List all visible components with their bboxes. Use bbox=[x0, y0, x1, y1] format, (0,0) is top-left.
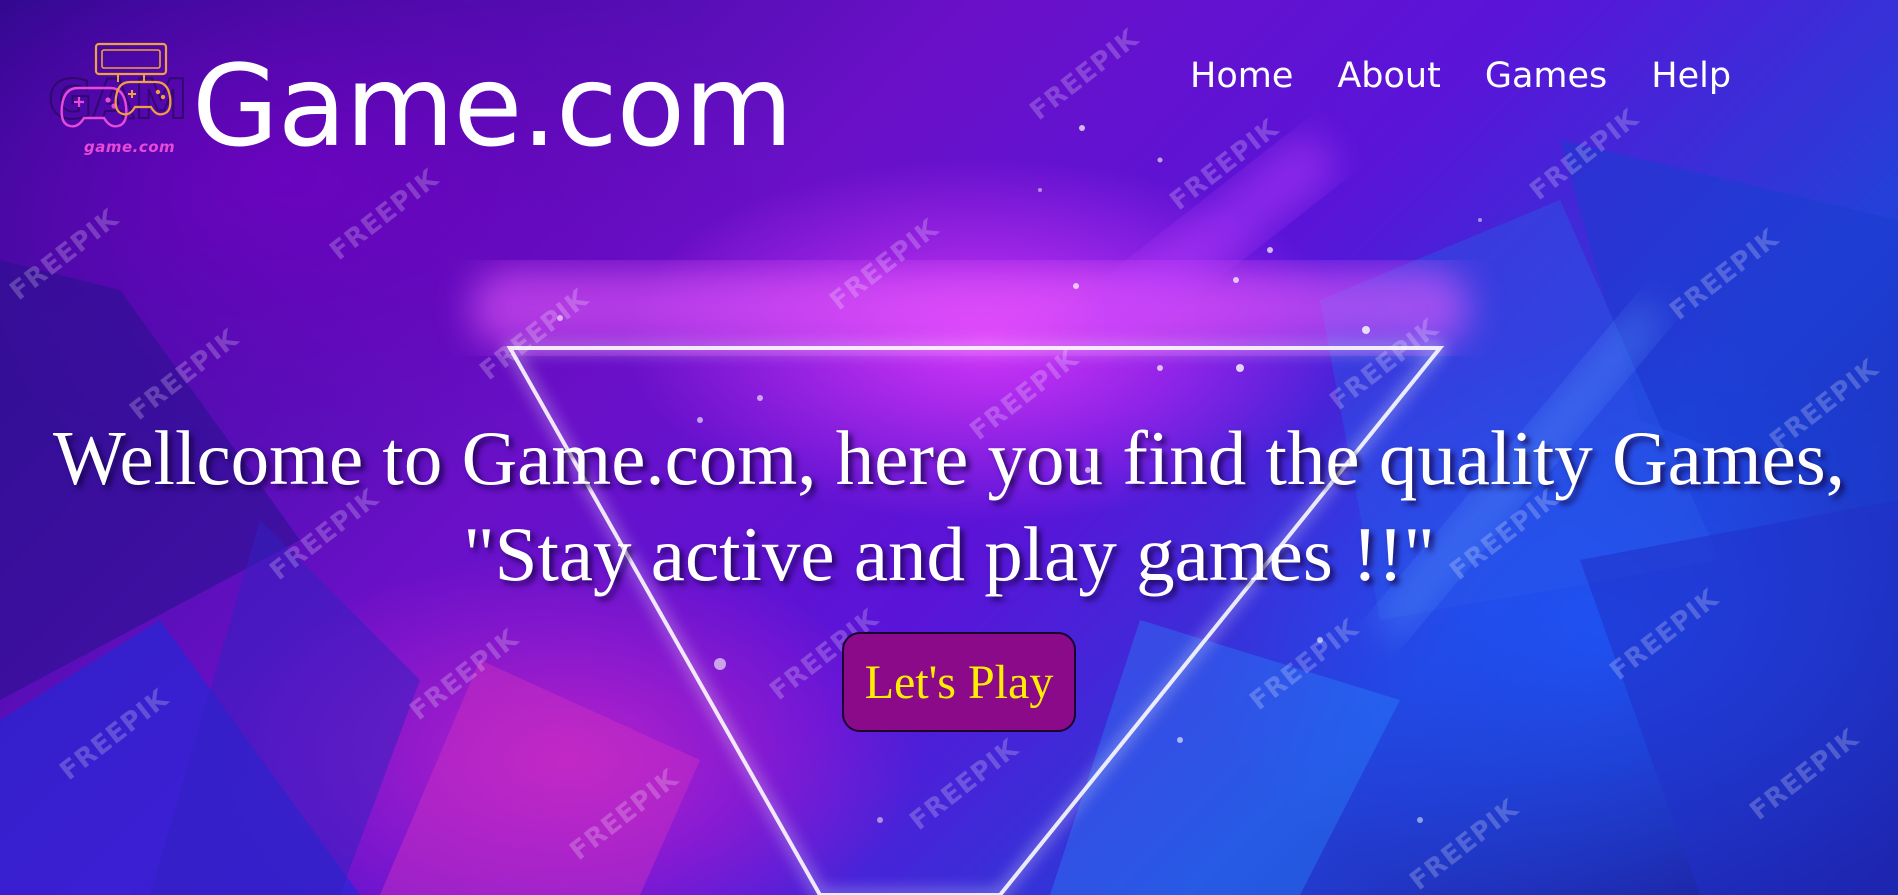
hero-tagline: "Stay active and play games !!" bbox=[463, 511, 1435, 597]
main-nav: Home About Games Help bbox=[1190, 52, 1731, 100]
nav-item-games[interactable]: Games bbox=[1485, 52, 1607, 100]
nav-item-about[interactable]: About bbox=[1337, 52, 1440, 100]
hero-section: Wellcome to Game.com, here you find the … bbox=[0, 410, 1898, 602]
lets-play-button[interactable]: Let's Play bbox=[842, 632, 1076, 732]
site-brand[interactable]: Game.com bbox=[192, 42, 793, 172]
nav-item-home[interactable]: Home bbox=[1190, 52, 1293, 100]
logo-caption: game.com bbox=[84, 138, 176, 156]
nav-item-help[interactable]: Help bbox=[1651, 52, 1731, 100]
hero-headline: Wellcome to Game.com, here you find the … bbox=[52, 415, 1846, 501]
